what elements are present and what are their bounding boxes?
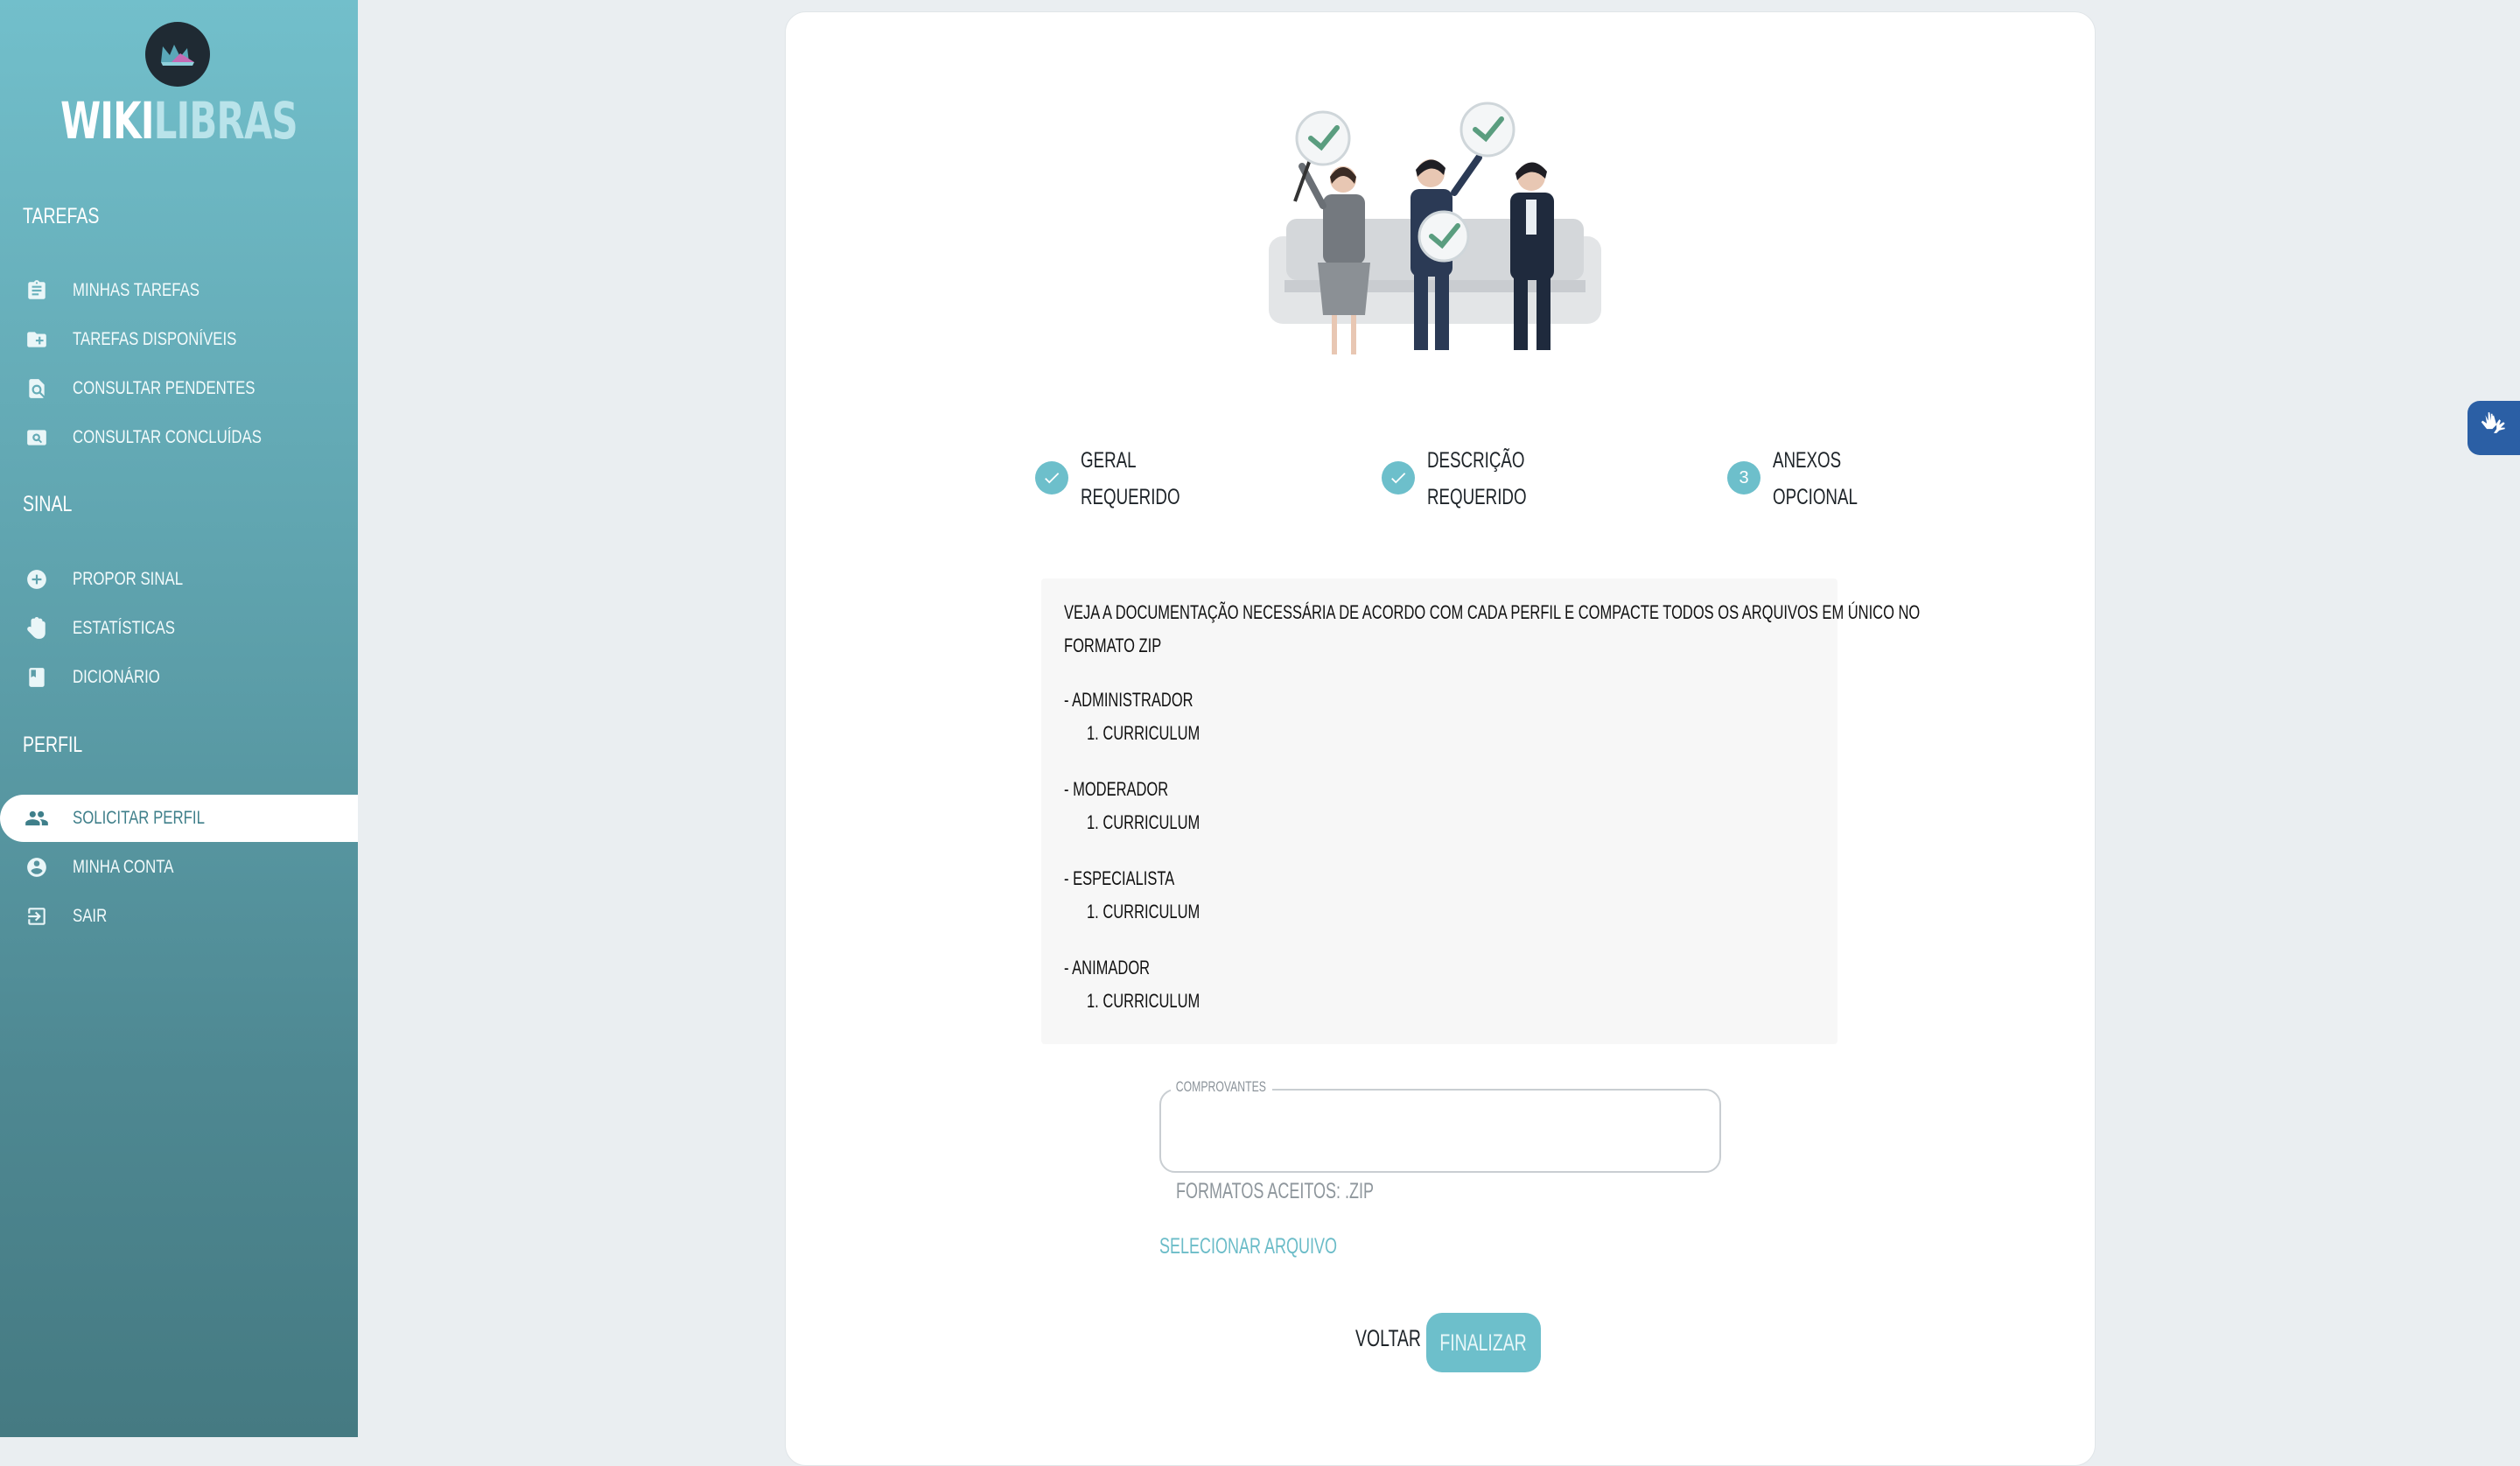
sidebar-item-label: Solicitar Perfil xyxy=(73,808,205,828)
sidebar-item-label: Sair xyxy=(73,906,108,926)
brand-name-bold: WIKI xyxy=(60,91,154,151)
assignment-icon xyxy=(24,278,49,303)
step-subtitle: Opcional xyxy=(1773,485,1858,509)
sidebar-item-minha-conta[interactable]: Minha Conta xyxy=(0,844,358,891)
sidebar-item-label: Tarefas Disponíveis xyxy=(73,329,237,349)
people-icon xyxy=(24,806,49,831)
book-icon xyxy=(24,665,49,690)
step-number-badge: 3 xyxy=(1727,461,1760,495)
step-descricao[interactable]: Descrição Requerido xyxy=(1382,442,1559,516)
sidebar-item-label: Estatísticas xyxy=(73,618,175,638)
crown-logo-icon[interactable] xyxy=(145,22,210,87)
doc-profile-item: 1. Curriculum xyxy=(1087,990,1200,1012)
doc-profile-name: - Moderador xyxy=(1064,778,1169,800)
sidebar-item-propor-sinal[interactable]: Propor Sinal xyxy=(0,556,358,603)
sidebar-item-consultar-pendentes[interactable]: Consultar Pendentes xyxy=(0,365,358,412)
doc-intro-line-2: formato ZIP xyxy=(1064,635,1162,656)
step-number: 3 xyxy=(1739,467,1749,487)
check-icon xyxy=(1035,461,1068,495)
step-title: Descrição xyxy=(1427,448,1525,473)
brand-logo-text: WIKILIBRAS xyxy=(50,91,307,151)
doc-profile-name: - Animador xyxy=(1064,957,1151,979)
accepted-formats-hint: Formatos aceitos: .zip xyxy=(1176,1179,1375,1203)
sidebar-item-label: Minhas Tarefas xyxy=(73,280,200,300)
sidebar-item-label: Consultar Concluídas xyxy=(73,427,262,447)
file-field-label: Comprovantes xyxy=(1171,1078,1273,1096)
sidebar-item-label: Minha Conta xyxy=(73,857,174,877)
comprovantes-file-field[interactable] xyxy=(1159,1089,1721,1173)
section-title-sinal: Sinal xyxy=(23,492,73,516)
step-anexos[interactable]: 3 Anexos Opcional xyxy=(1727,442,1886,516)
sidebar-item-label: Dicionário xyxy=(73,667,160,687)
add-circle-icon xyxy=(24,567,49,592)
hand-icon xyxy=(24,616,49,641)
sidebar: WIKILIBRAS Tarefas Minhas Tarefas Tarefa… xyxy=(0,0,358,1437)
sidebar-item-label: Propor Sinal xyxy=(73,569,184,589)
doc-intro-line-1: Veja a documentação necessária de acordo… xyxy=(1064,601,1921,623)
vlibras-accessibility-button[interactable] xyxy=(2468,401,2520,455)
sidebar-item-dicionario[interactable]: Dicionário xyxy=(0,654,358,701)
step-geral[interactable]: Geral Requerido xyxy=(1035,442,1213,516)
sidebar-item-consultar-concluidas[interactable]: Consultar Concluídas xyxy=(0,414,358,461)
step-subtitle: Requerido xyxy=(1427,485,1527,509)
finish-button[interactable]: Finalizar xyxy=(1426,1313,1541,1372)
step-subtitle: Requerido xyxy=(1081,485,1180,509)
section-title-tarefas: Tarefas xyxy=(23,204,100,228)
folder-add-icon xyxy=(24,327,49,352)
brand-name-light: LIBRAS xyxy=(153,91,298,151)
sign-language-hands-icon xyxy=(2477,410,2510,447)
sidebar-item-tarefas-disponiveis[interactable]: Tarefas Disponíveis xyxy=(0,316,358,363)
documentation-box: Veja a documentação necessária de acordo… xyxy=(1041,579,1920,1044)
back-button[interactable]: Voltar xyxy=(1355,1325,1421,1352)
doc-profile-name: - Administrador xyxy=(1064,689,1194,711)
account-circle-icon xyxy=(24,855,49,880)
sidebar-item-solicitar-perfil[interactable]: Solicitar Perfil xyxy=(0,795,358,842)
sidebar-item-estatisticas[interactable]: Estatísticas xyxy=(0,605,358,652)
doc-profile-name: - Especialista xyxy=(1064,867,1175,889)
step-title: Anexos xyxy=(1773,448,1842,473)
approval-people-illustration xyxy=(1260,96,1601,376)
doc-profile-item: 1. Curriculum xyxy=(1087,901,1200,922)
sidebar-item-label: Consultar Pendentes xyxy=(73,378,256,398)
logout-icon xyxy=(24,904,49,929)
finish-button-label: Finalizar xyxy=(1439,1329,1528,1356)
doc-profile-item: 1. Curriculum xyxy=(1087,811,1200,833)
section-title-perfil: Perfil xyxy=(23,733,83,757)
find-in-page-icon xyxy=(24,376,49,401)
step-title: Geral xyxy=(1081,448,1137,473)
select-file-button[interactable]: Selecionar arquivo xyxy=(1159,1234,1337,1259)
image-search-icon xyxy=(24,425,49,450)
doc-profile-item: 1. Curriculum xyxy=(1087,722,1200,744)
check-icon xyxy=(1382,461,1415,495)
sidebar-item-minhas-tarefas[interactable]: Minhas Tarefas xyxy=(0,267,358,314)
sidebar-item-sair[interactable]: Sair xyxy=(0,893,358,940)
